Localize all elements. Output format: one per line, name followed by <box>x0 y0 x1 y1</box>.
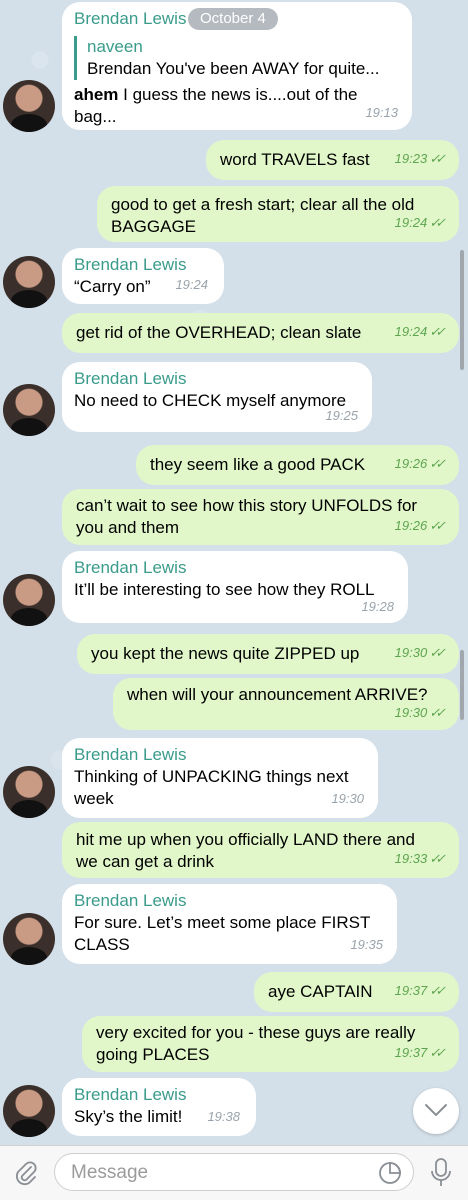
scrollbar-thumb[interactable] <box>460 250 464 370</box>
quote-sender: naveen <box>87 37 143 56</box>
message-outgoing[interactable]: hit me up when you officially LAND there… <box>62 822 459 878</box>
message-outgoing[interactable]: word TRAVELS fast 19:23 ✓✓ <box>206 140 459 180</box>
read-ticks-icon: ✓✓ <box>429 215 446 230</box>
avatar[interactable] <box>3 574 55 626</box>
read-ticks-icon: ✓✓ <box>429 1045 446 1060</box>
read-ticks-icon: ✓✓ <box>429 983 446 998</box>
message-input-box[interactable] <box>54 1153 414 1191</box>
date-pill: October 4 <box>188 8 278 30</box>
read-ticks-icon: ✓✓ <box>429 456 446 471</box>
message-outgoing[interactable]: get rid of the OVERHEAD; clean slate 19:… <box>62 313 459 353</box>
paperclip-icon[interactable] <box>12 1159 40 1187</box>
read-ticks-icon: ✓✓ <box>429 851 446 866</box>
message-composer <box>0 1145 468 1200</box>
scroll-down-button[interactable] <box>413 1088 459 1134</box>
avatar[interactable] <box>3 1085 55 1137</box>
message-outgoing[interactable]: aye CAPTAIN 19:37 ✓✓ <box>254 972 459 1012</box>
message-input[interactable] <box>69 1160 373 1186</box>
message-incoming[interactable]: Brendan Lewis Sky’s the limit! 19:38 <box>62 1078 256 1136</box>
message-outgoing[interactable]: you kept the news quite ZIPPED up 19:30 ✓… <box>77 634 459 674</box>
message-text: ahem I guess the news is....out of the <box>74 85 358 104</box>
message-outgoing[interactable]: can’t wait to see how this story UNFOLDS… <box>62 489 459 545</box>
message-incoming[interactable]: Brendan Lewis It’ll be interesting to se… <box>62 551 408 623</box>
message-outgoing[interactable]: they seem like a good PACK 19:26 ✓✓ <box>136 445 459 485</box>
read-ticks-icon: ✓✓ <box>429 705 446 720</box>
message-incoming[interactable]: Brendan Lewis Thinking of UNPACKING thin… <box>62 738 378 818</box>
avatar[interactable] <box>3 766 55 818</box>
avatar[interactable] <box>3 913 55 965</box>
message-text-line2: bag... <box>74 107 117 126</box>
sticker-icon[interactable] <box>377 1160 403 1186</box>
message-outgoing[interactable]: good to get a fresh start; clear all the… <box>97 186 459 242</box>
microphone-icon[interactable] <box>428 1157 454 1189</box>
message-incoming[interactable]: Brendan Lewis For sure. Let’s meet some … <box>62 884 397 964</box>
avatar[interactable] <box>3 80 55 132</box>
scrollbar-thumb[interactable] <box>460 650 464 720</box>
quote-text: Brendan You've been AWAY for quite... <box>87 59 380 78</box>
read-ticks-icon: ✓✓ <box>429 324 446 339</box>
message-time: 19:13 <box>365 105 398 120</box>
read-ticks-icon: ✓✓ <box>429 151 446 166</box>
read-ticks-icon: ✓✓ <box>429 518 446 533</box>
read-ticks-icon: ✓✓ <box>429 645 446 660</box>
avatar[interactable] <box>3 384 55 436</box>
chat-area[interactable]: Brendan Lewis naveen Brendan You've been… <box>0 0 468 1145</box>
message-incoming[interactable]: Brendan Lewis “Carry on” 19:24 <box>62 248 224 304</box>
reply-quote[interactable]: naveen Brendan You've been AWAY for quit… <box>74 36 400 80</box>
message-outgoing[interactable]: very excited for you - these guys are re… <box>82 1016 459 1072</box>
avatar[interactable] <box>3 256 55 308</box>
chevron-down-icon <box>425 1104 447 1116</box>
message-incoming[interactable]: Brendan Lewis No need to CHECK myself an… <box>62 362 372 432</box>
message-outgoing[interactable]: when will your announcement ARRIVE? 19:3… <box>113 678 459 730</box>
